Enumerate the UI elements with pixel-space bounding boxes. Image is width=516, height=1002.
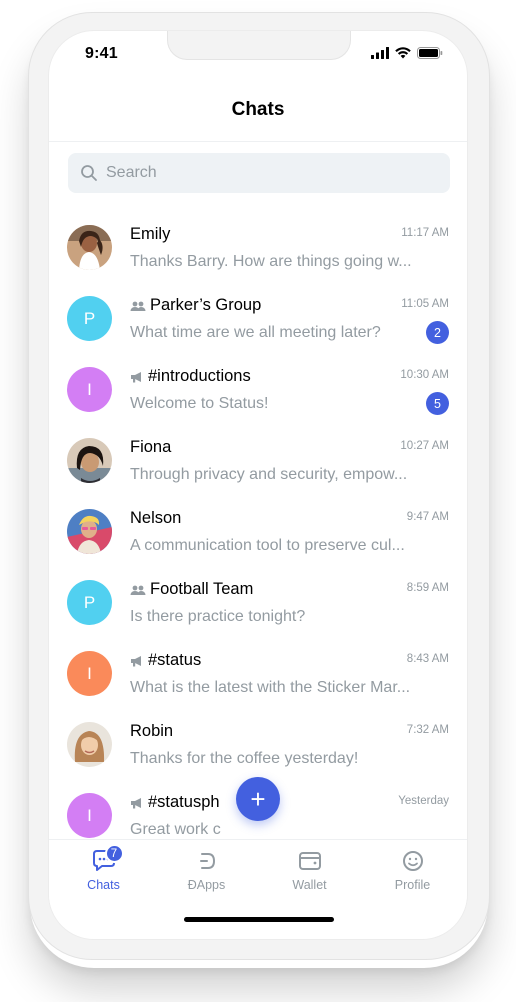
avatar: I xyxy=(67,793,112,838)
home-indicator xyxy=(184,917,334,922)
chat-name: Football Team xyxy=(130,580,253,599)
notch xyxy=(167,31,351,60)
group-icon xyxy=(130,585,146,595)
tab-label: Profile xyxy=(394,878,431,892)
chat-preview: Through privacy and security, empow... xyxy=(130,466,408,483)
profile-icon xyxy=(398,848,428,874)
avatar: P xyxy=(67,296,112,341)
chat-name: #statusph xyxy=(130,793,220,812)
phone-screen: 9:41 Chats Search Emily 11:17 AM Thanks … xyxy=(48,30,468,940)
tab-label: Chats xyxy=(87,878,120,892)
chat-preview: Thanks Barry. How are things going w... xyxy=(130,253,412,270)
chat-preview: What time are we all meeting later? xyxy=(130,324,381,341)
chat-row-introductions[interactable]: I #introductions 10:30 AM Welcome to Sta… xyxy=(49,353,467,424)
chat-preview: What is the latest with the Sticker Mar.… xyxy=(130,679,411,696)
chat-time: 8:59 AM xyxy=(406,582,449,594)
chat-icon: 7 xyxy=(89,844,124,874)
header-divider xyxy=(49,141,467,142)
avatar xyxy=(67,722,112,767)
chat-time: 11:17 AM xyxy=(401,227,449,239)
dapps-icon xyxy=(192,848,222,874)
tab-label: Wallet xyxy=(292,878,327,892)
chat-time: 7:32 AM xyxy=(406,724,449,736)
chat-preview: Great work c xyxy=(130,821,221,838)
chat-row-fiona[interactable]: Fiona 10:27 AM Through privacy and secur… xyxy=(49,424,467,495)
wallet-icon xyxy=(295,848,325,874)
tab-chats[interactable]: 7 Chats xyxy=(51,844,156,898)
tab-badge: 7 xyxy=(104,844,124,863)
avatar xyxy=(67,509,112,554)
group-icon xyxy=(130,301,146,311)
plus-icon: + xyxy=(250,783,266,814)
chat-time: 8:43 AM xyxy=(406,653,449,665)
status-icons xyxy=(371,47,443,59)
tab-dapps[interactable]: ĐApps xyxy=(154,848,259,898)
chat-preview: Thanks for the coffee yesterday! xyxy=(130,750,359,767)
chat-preview: Welcome to Status! xyxy=(130,395,269,412)
avatar: P xyxy=(67,580,112,625)
signal-icon xyxy=(371,47,389,59)
chat-row-parkers-group[interactable]: P Parker’s Group 11:05 AM What time are … xyxy=(49,282,467,353)
megaphone-icon xyxy=(131,797,141,808)
chat-name: Emily xyxy=(130,225,171,243)
chat-row-status[interactable]: I #status 8:43 AM What is the latest wit… xyxy=(49,637,467,708)
battery-icon xyxy=(417,47,443,59)
chat-name: Fiona xyxy=(130,438,172,456)
unread-badge: 5 xyxy=(426,392,449,415)
chat-name: #introductions xyxy=(130,367,251,386)
chat-preview: A communication tool to preserve cul... xyxy=(130,537,405,554)
chat-row-robin[interactable]: Robin 7:32 AM Thanks for the coffee yest… xyxy=(49,708,467,779)
chat-name: Parker’s Group xyxy=(130,296,261,315)
status-time: 9:41 xyxy=(85,45,118,62)
megaphone-icon xyxy=(131,655,141,666)
chat-row-emily[interactable]: Emily 11:17 AM Thanks Barry. How are thi… xyxy=(49,211,467,282)
search-icon xyxy=(81,165,97,181)
tab-bar: 7 Chats ĐApps Wallet Profile xyxy=(49,839,467,910)
chat-time: 10:27 AM xyxy=(400,440,449,452)
tab-label: ĐApps xyxy=(187,878,226,892)
chat-time: 9:47 AM xyxy=(406,511,449,523)
chat-list: Emily 11:17 AM Thanks Barry. How are thi… xyxy=(49,211,467,839)
search-bar[interactable] xyxy=(68,153,450,193)
tab-wallet[interactable]: Wallet xyxy=(257,848,362,898)
chat-time: Yesterday xyxy=(398,795,449,807)
tab-profile[interactable]: Profile xyxy=(360,848,465,898)
chat-name: Nelson xyxy=(130,509,182,527)
page-title: Chats xyxy=(231,99,285,120)
new-chat-button[interactable]: + xyxy=(236,777,280,821)
search-input[interactable] xyxy=(104,163,428,183)
chat-row-nelson[interactable]: Nelson 9:47 AM A communication tool to p… xyxy=(49,495,467,566)
chat-name: Robin xyxy=(130,722,174,740)
avatar xyxy=(67,225,112,270)
unread-badge: 2 xyxy=(426,321,449,344)
avatar: I xyxy=(67,651,112,696)
avatar: I xyxy=(67,367,112,412)
chat-preview: Is there practice tonight? xyxy=(130,608,306,625)
chat-time: 10:30 AM xyxy=(400,369,449,381)
chat-name: #status xyxy=(130,651,201,670)
chat-time: 11:05 AM xyxy=(401,298,449,310)
megaphone-icon xyxy=(131,371,141,382)
wifi-icon xyxy=(395,47,411,59)
chat-row-football-team[interactable]: P Football Team 8:59 AM Is there practic… xyxy=(49,566,467,637)
avatar xyxy=(67,438,112,483)
